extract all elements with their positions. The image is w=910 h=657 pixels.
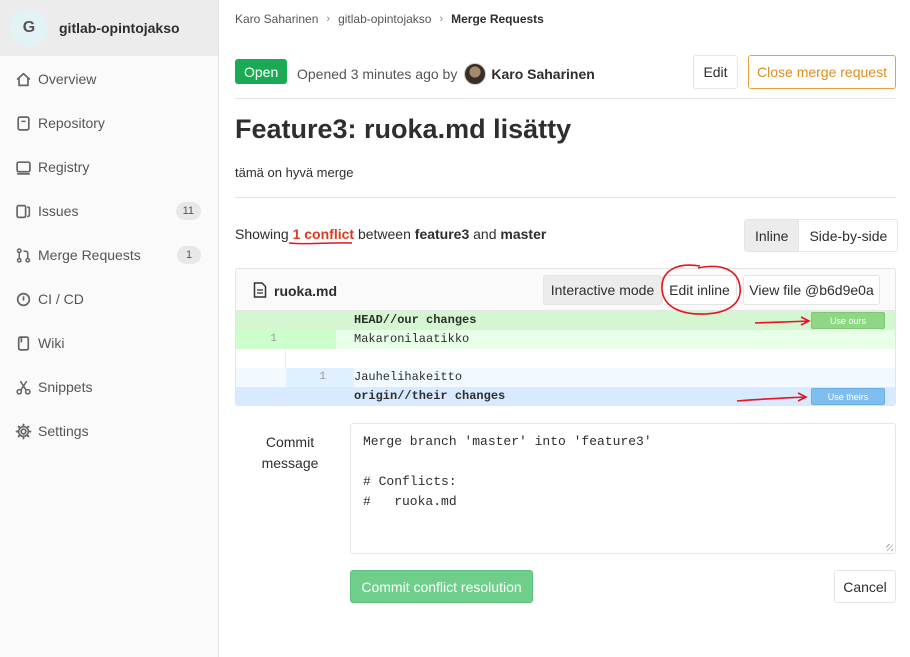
sidebar-item-label: Wiki: [38, 335, 65, 351]
target-branch: master: [500, 226, 547, 242]
cancel-button[interactable]: Cancel: [834, 570, 896, 603]
showing-text: Showing: [235, 226, 289, 242]
breadcrumb-separator: ›: [439, 13, 444, 25]
theirs-line: 1 Jauhelihakeitto: [236, 368, 895, 387]
container-icon: [14, 158, 32, 176]
edit-inline-button[interactable]: Edit inline: [662, 275, 737, 305]
view-file-button[interactable]: View file @b6d9e0a: [743, 275, 880, 305]
side-by-side-view-button[interactable]: Side-by-side: [799, 220, 897, 251]
line-gutter: [236, 349, 286, 368]
sidebar-item-label: Issues: [38, 203, 79, 219]
sidebar-item-settings[interactable]: Settings: [0, 413, 218, 449]
conflict-count: 1 conflict: [292, 226, 355, 242]
conflict-head-label-line: HEAD//our changes Use ours: [236, 311, 895, 330]
and-text: and: [473, 226, 497, 242]
breadcrumb-current[interactable]: Merge Requests: [451, 12, 544, 26]
sidebar-item-merge-requests[interactable]: Merge Requests 1: [0, 237, 218, 273]
project-avatar: G: [10, 9, 48, 47]
file-icon: [253, 282, 267, 298]
use-theirs-button[interactable]: Use theirs: [811, 388, 885, 405]
opened-text: Opened 3 minutes ago by: [297, 66, 458, 82]
sidebar-item-issues[interactable]: Issues 11: [0, 193, 218, 229]
merge-request-icon: [14, 246, 32, 264]
ours-line: 1 Makaronilaatikko: [236, 330, 895, 349]
use-ours-button[interactable]: Use ours: [811, 312, 885, 329]
between-text: between: [357, 226, 411, 242]
status-badge: Open: [235, 59, 288, 84]
scissors-icon: [14, 378, 32, 396]
mr-description: tämä on hyvä merge: [235, 165, 354, 180]
avatar[interactable]: [464, 63, 487, 85]
opened-info: Opened 3 minutes ago by Karo Saharinen: [297, 63, 595, 85]
project-name[interactable]: gitlab-opintojakso: [59, 20, 180, 36]
sidebar-item-label: Overview: [38, 71, 97, 87]
conflict-theirs-label-line: origin//their changes Use theirs: [236, 387, 895, 405]
issues-count-badge: 11: [175, 202, 201, 220]
project-header[interactable]: G gitlab-opintojakso: [0, 0, 218, 56]
breadcrumb: Karo Saharinen › gitlab-opintojakso › Me…: [235, 12, 544, 26]
sidebar-item-label: CI / CD: [38, 291, 84, 307]
sidebar-item-repository[interactable]: Repository: [0, 105, 218, 141]
sidebar-item-label: Settings: [38, 423, 89, 439]
sidebar-item-label: Snippets: [38, 379, 93, 395]
line-content: Jauhelihakeitto: [354, 370, 463, 384]
commit-message-label: Commit message: [261, 434, 319, 471]
sidebar-item-ci-cd[interactable]: CI / CD: [0, 281, 218, 317]
theirs-label: origin//their changes: [354, 389, 506, 403]
sidebar-item-label: Repository: [38, 115, 105, 131]
author-name[interactable]: Karo Saharinen: [491, 66, 594, 82]
close-merge-request-button[interactable]: Close merge request: [748, 55, 896, 89]
source-branch: feature3: [414, 226, 470, 242]
edit-button[interactable]: Edit: [693, 55, 738, 89]
line-number: 1: [270, 333, 277, 345]
mr-status-row: Open Opened 3 minutes ago by Karo Sahari…: [235, 55, 896, 99]
sidebar-item-label: Registry: [38, 159, 90, 175]
breadcrumb-item[interactable]: gitlab-opintojakso: [338, 12, 431, 26]
sidebar-item-snippets[interactable]: Snippets: [0, 369, 218, 405]
sidebar-item-label: Merge Requests: [38, 247, 141, 263]
sidebar: G gitlab-opintojakso Overview Repository…: [0, 0, 219, 657]
divider: [235, 197, 896, 198]
merge-requests-count-badge: 1: [177, 246, 201, 264]
main-content: Karo Saharinen › gitlab-opintojakso › Me…: [219, 0, 910, 657]
commit-conflict-resolution-button[interactable]: Commit conflict resolution: [350, 570, 533, 603]
head-label: HEAD//our changes: [354, 313, 477, 327]
sidebar-item-wiki[interactable]: Wiki: [0, 325, 218, 361]
line-number: 1: [319, 371, 326, 383]
inline-view-button[interactable]: Inline: [745, 220, 800, 251]
file-name: ruoka.md: [274, 283, 338, 299]
book-icon: [14, 334, 32, 352]
commit-message-input[interactable]: Merge branch 'master' into 'feature3' # …: [350, 423, 896, 554]
sidebar-item-overview[interactable]: Overview: [0, 61, 218, 97]
conflict-file: ruoka.md Interactive mode Edit inline Vi…: [235, 268, 896, 406]
separator-line: [236, 349, 895, 368]
breadcrumb-separator: ›: [326, 13, 331, 25]
issues-icon: [14, 202, 32, 220]
resize-handle[interactable]: [886, 544, 893, 551]
sidebar-item-registry[interactable]: Registry: [0, 149, 218, 185]
interactive-mode-button[interactable]: Interactive mode: [543, 275, 662, 305]
view-toggle: Inline Side-by-side: [744, 219, 899, 252]
home-icon: [14, 70, 32, 88]
file-header: ruoka.md Interactive mode Edit inline Vi…: [236, 269, 895, 311]
gear-icon: [14, 422, 32, 440]
conflict-summary: Showing 1 conflict between feature3 and …: [235, 226, 546, 242]
book-icon: [14, 114, 32, 132]
line-content: Makaronilaatikko: [354, 332, 470, 346]
breadcrumb-item[interactable]: Karo Saharinen: [235, 12, 318, 26]
rocket-icon: [14, 290, 32, 308]
page-title: Feature3: ruoka.md lisätty: [235, 114, 572, 144]
